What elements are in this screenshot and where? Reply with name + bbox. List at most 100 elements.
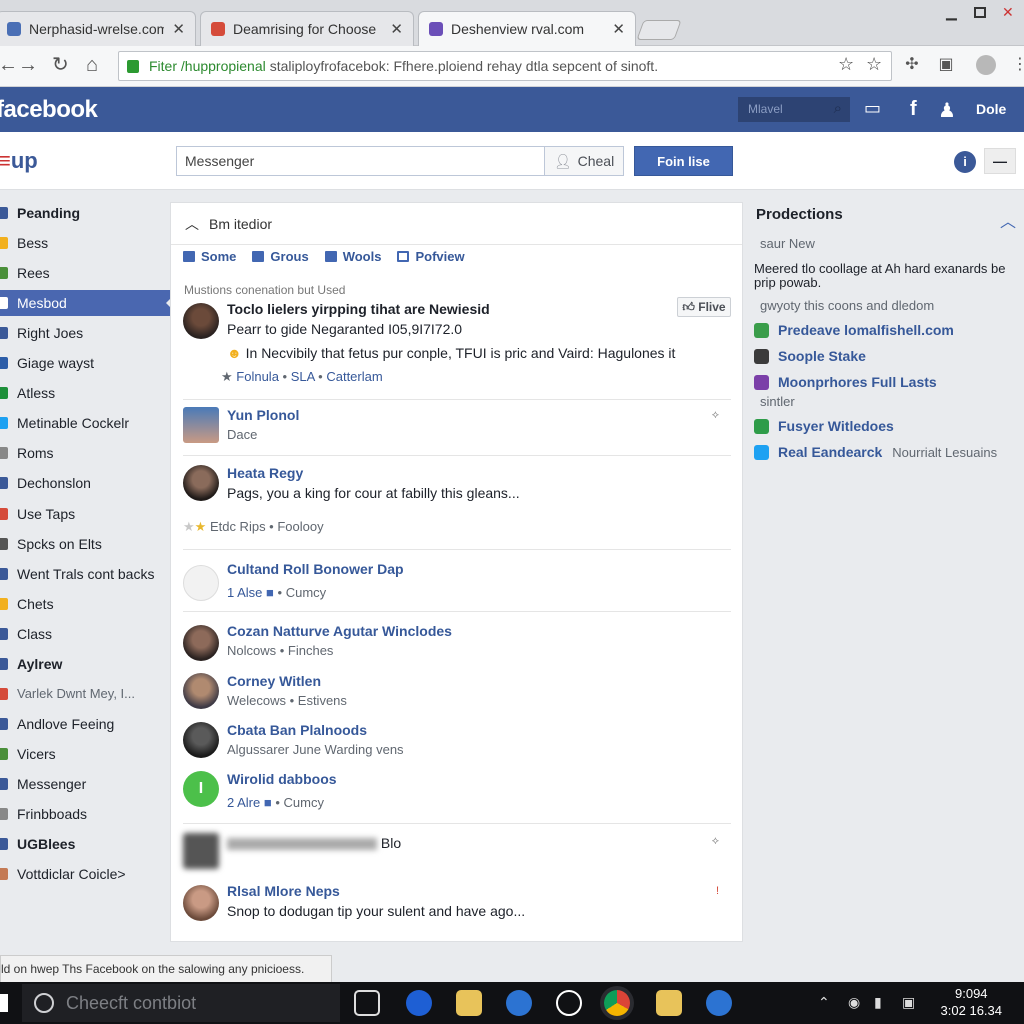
store-icon[interactable] [506,990,532,1016]
sidebar-item[interactable]: Giage wayst [0,350,172,376]
tray-eye-icon[interactable]: ◉ [848,994,860,1011]
post-title[interactable]: Heata Regy [227,465,303,481]
right-item[interactable]: Predeave lomalfishell.com [754,322,954,338]
feed-post[interactable]: Yun Plonol Dace ⟡ [183,407,731,451]
tab-close-icon[interactable]: ✕ [612,20,625,38]
sidebar-item[interactable]: Aylrew [0,651,172,677]
alert-icon[interactable]: ! [716,885,719,897]
favorites-star-icon[interactable]: ☆ [866,54,882,75]
fb-user-name[interactable]: Dole [976,101,1006,117]
meta-link[interactable]: Folnula [236,369,279,384]
group-green-icon[interactable]: I [183,771,219,807]
sidebar-item[interactable]: UGBlees [0,831,172,857]
feed-post[interactable]: Heata Regy Pags, you a king for cour at … [183,465,731,541]
right-item[interactable]: Real Eandearck Nourrialt Lesuains [754,444,997,460]
post-title[interactable]: Cultand Roll Bonower Dap [227,561,404,577]
feed-post[interactable]: Cultand Roll Bonower Dap 1 Alse ■ • Cumc… [183,561,731,609]
maximize-icon[interactable] [974,7,986,18]
post-title[interactable]: Cbata Ban Plalnoods [227,722,367,738]
sidebar-item[interactable]: Frinbboads [0,801,172,827]
post-title[interactable]: Corney Witlen [227,673,321,689]
right-item[interactable]: Fusyer Witledoes [754,418,894,434]
tab-close-icon[interactable]: ✕ [390,20,403,38]
right-item[interactable]: Soople Stake [754,348,866,364]
sidebar-item[interactable]: Bess [0,230,172,256]
feed-post[interactable]: Blo ⟡ [183,833,731,873]
post-options-icon[interactable]: ⟡ [712,835,719,848]
sidebar-item[interactable]: Class [0,621,172,647]
browser-tab-2[interactable]: Deamrising for Choose ✕ [200,11,414,46]
sidebar-item[interactable]: Dechonslon [0,470,172,496]
post-title[interactable]: Blo [227,835,401,851]
tab-some[interactable]: Some [183,249,236,264]
collapse-button[interactable]: — [984,148,1016,174]
sidebar-item[interactable]: Metinable Cockelr [0,410,172,436]
tab-wools[interactable]: Wools [324,249,381,264]
join-button[interactable]: Foin lise [634,146,733,176]
reload-icon[interactable]: ↻ [52,55,69,75]
sidebar-item[interactable]: Right Joes [0,320,172,346]
post-title[interactable]: Toclo lielers yirpping tihat are Newiesi… [227,301,490,317]
sidebar-item[interactable]: Roms [0,440,172,466]
feed-post[interactable]: Toclo lielers yirpping tihat are Newiesi… [183,301,731,397]
tab-pofview[interactable]: Pofview [397,249,465,264]
media-icon[interactable] [556,990,582,1016]
taskbar-search[interactable]: Cheecft contbiot [22,984,340,1022]
new-tab-button[interactable] [636,20,682,40]
minimize-icon[interactable]: ▁ [946,4,957,21]
tray-chevron-icon[interactable]: ⌃ [818,994,830,1011]
sidebar-item[interactable]: Peanding [0,200,172,226]
tab-close-icon[interactable]: ✕ [172,20,185,38]
right-item[interactable]: Moonprhores Full Lasts [754,374,937,390]
app-blue-icon[interactable] [706,990,732,1016]
address-bar[interactable]: Fiter /huppropienal staliployfrofacebok:… [118,51,892,81]
sidebar-item[interactable]: Messenger [0,771,172,797]
avatar[interactable] [183,833,219,869]
feed-post[interactable]: Cozan Natturve Agutar Winclodes Nolcows … [183,623,731,663]
feed-post[interactable]: I Wirolid dabboos 2 Alre ■ • Cumcy [183,771,731,817]
chevron-up-icon[interactable]: ︿ [185,214,199,234]
menu-dots-icon[interactable]: ⋮ [1010,55,1024,75]
tray-network-icon[interactable]: ▣ [902,994,915,1011]
sidebar-item[interactable]: Went Trals cont backs [0,561,172,587]
sidebar-item[interactable]: Mesbod [0,290,172,317]
home-icon[interactable]: ⌂ [86,55,98,75]
start-button[interactable] [0,994,8,1012]
post-title[interactable]: Rlsal Mlore Neps [227,883,340,899]
sidebar-item[interactable]: Vicers [0,741,172,767]
chat-button[interactable]: 👤︎ Cheal [544,146,624,176]
taskbar-clock[interactable]: 9:094 3:02 16.34 [941,985,1002,1019]
search-icon[interactable]: ⌕ [834,100,842,117]
post-title[interactable]: Cozan Natturve Agutar Winclodes [227,623,452,639]
facebook-logo[interactable]: facebook [0,96,98,124]
sidebar-item[interactable]: Chets [0,591,172,617]
cast-icon[interactable]: ▣ [936,55,956,75]
avatar[interactable] [183,625,219,661]
facebook-f-icon[interactable]: f [910,98,917,121]
profile-avatar-icon[interactable] [976,55,996,75]
messenger-input[interactable] [176,146,546,176]
meta-link[interactable]: Catterlam [326,369,382,384]
feed-post[interactable]: Cbata Ban Plalnoods Algussarer June Ward… [183,722,731,762]
meta-count[interactable]: 2 Alre [227,795,260,810]
avatar[interactable] [183,465,219,501]
fb-search-input[interactable]: Mlavel ⌕ [738,97,850,122]
sidebar-item[interactable]: Andlove Feeing [0,711,172,737]
group-title[interactable]: ≡up [0,148,38,174]
sidebar-item[interactable]: Varlek Dwnt Mey, I... [0,681,172,707]
post-options-icon[interactable]: ⟡ [712,409,719,422]
close-window-icon[interactable]: ✕ [1002,4,1014,21]
avatar[interactable] [183,722,219,758]
chrome-icon[interactable] [604,990,630,1016]
edge-icon[interactable] [406,990,432,1016]
folder-icon[interactable] [656,990,682,1016]
avatar[interactable] [183,303,219,339]
info-icon[interactable]: i [954,151,976,173]
feed-header[interactable]: ︿ Bm itedior [171,203,742,245]
tab-groups[interactable]: Grous [252,249,309,264]
sidebar-item[interactable]: Rees [0,260,172,286]
feed-post[interactable]: Corney Witlen Welecows • Estivens [183,673,731,713]
file-explorer-icon[interactable] [456,990,482,1016]
friends-icon[interactable]: ♟ [938,98,956,123]
browser-tab-1[interactable]: Nerphasid-wrelse.com ✕ [0,11,196,46]
